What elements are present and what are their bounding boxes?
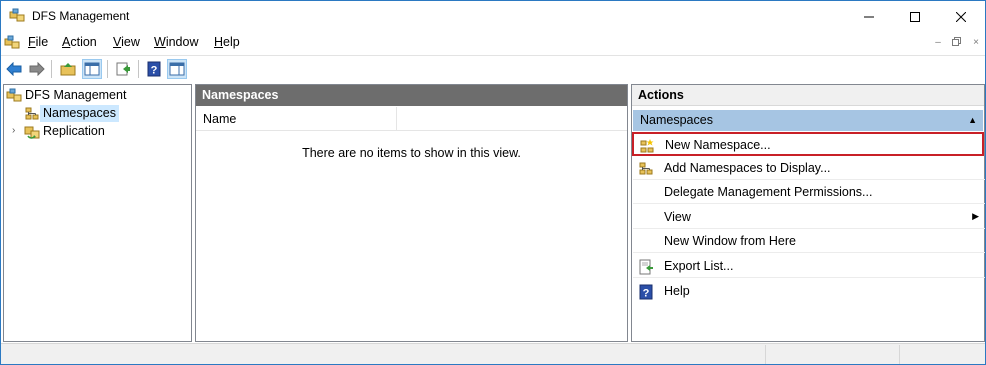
menu-action-label: ction <box>70 35 97 49</box>
menu-window[interactable]: Window <box>154 35 198 49</box>
child-restore-button[interactable] <box>951 37 963 49</box>
title-bar[interactable]: DFS Management <box>1 1 985 32</box>
action-label: Delegate Management Permissions... <box>664 185 873 199</box>
menu-window-accel: W <box>154 35 166 49</box>
menu-window-label: indow <box>165 35 199 49</box>
action-export-list[interactable]: Export List... <box>633 255 985 278</box>
action-new-namespace[interactable]: New Namespace... <box>632 132 984 156</box>
svg-text:?: ? <box>151 65 158 77</box>
forward-button[interactable] <box>27 59 47 79</box>
export-list-icon <box>638 259 654 275</box>
back-arrow-icon <box>6 62 22 76</box>
action-label: New Window from Here <box>664 234 796 248</box>
action-label: Help <box>664 284 690 298</box>
action-label: New Namespace... <box>665 138 771 152</box>
list-column-header: Name <box>196 107 627 131</box>
empty-list-message: There are no items to show in this view. <box>302 146 521 160</box>
submenu-arrow-icon: ▶ <box>972 211 979 221</box>
menu-help[interactable]: Help <box>214 35 240 49</box>
new-namespace-icon <box>639 138 655 154</box>
toolbar: ? <box>1 55 985 81</box>
menu-file[interactable]: File <box>28 35 48 49</box>
column-header-name[interactable]: Name <box>196 107 397 131</box>
menu-file-accel: F <box>28 35 36 49</box>
collapse-up-icon[interactable]: ▲ <box>968 110 977 131</box>
add-namespaces-icon <box>638 161 654 177</box>
help-icon: ? <box>147 61 161 77</box>
minimize-button[interactable] <box>846 1 892 32</box>
action-view[interactable]: View ▶ <box>633 206 985 229</box>
toolbar-separator <box>107 60 108 78</box>
tree-item-replication[interactable]: Replication <box>24 123 108 140</box>
actions-pane: Actions Namespaces ▲ New Namespace... Ad… <box>631 84 985 342</box>
tree-item-label: Replication <box>43 124 105 138</box>
menu-view[interactable]: View <box>113 35 140 49</box>
child-minimize-button[interactable]: – <box>932 37 944 49</box>
action-label: Export List... <box>664 259 734 273</box>
window-title: DFS Management <box>32 9 130 23</box>
action-help[interactable]: ? Help <box>633 280 985 303</box>
namespaces-icon <box>24 106 40 122</box>
results-pane-header: Namespaces <box>196 85 627 106</box>
toolbar-separator <box>138 60 139 78</box>
tree-item-namespaces[interactable]: Namespaces <box>24 105 119 122</box>
mmc-document-icon[interactable] <box>4 35 20 51</box>
menu-help-accel: H <box>214 35 224 49</box>
menu-help-label: elp <box>223 35 240 49</box>
maximize-button[interactable] <box>892 1 938 32</box>
back-button[interactable] <box>4 59 24 79</box>
show-hide-action-pane-button[interactable] <box>167 59 187 79</box>
dfs-management-icon <box>6 88 22 104</box>
results-pane: Namespaces Name There are no items to sh… <box>195 84 628 342</box>
replication-icon <box>24 124 40 140</box>
actions-section-namespaces[interactable]: Namespaces ▲ <box>633 110 983 131</box>
export-list-icon <box>116 62 130 76</box>
tree-item-dfs-management[interactable]: DFS Management <box>6 87 129 104</box>
help-icon: ? <box>638 284 654 300</box>
menu-file-label: ile <box>35 35 49 49</box>
dfs-app-icon <box>9 8 25 24</box>
dfs-management-window: DFS Management File Action View Window H… <box>0 0 986 365</box>
status-bar-segment <box>765 345 899 364</box>
action-new-window-from-here[interactable]: New Window from Here <box>633 230 985 253</box>
close-button[interactable] <box>938 1 984 32</box>
show-hide-console-tree-button[interactable] <box>82 59 102 79</box>
menu-bar: File Action View Window Help – × <box>1 32 985 54</box>
console-tree-icon <box>84 62 100 76</box>
toolbar-separator <box>51 60 52 78</box>
menu-view-accel: V <box>113 35 122 49</box>
menu-action[interactable]: Action <box>62 35 97 49</box>
actions-pane-header: Actions <box>632 85 984 106</box>
console-tree-pane: DFS Management Namespaces › Replication <box>3 84 192 342</box>
forward-arrow-icon <box>29 62 45 76</box>
action-delegate-management-permissions[interactable]: Delegate Management Permissions... <box>633 181 985 204</box>
tree-item-label: Namespaces <box>40 105 119 122</box>
action-pane-icon <box>169 62 185 76</box>
status-bar <box>1 343 985 364</box>
actions-section-label: Namespaces <box>640 113 713 127</box>
expand-chevron-icon[interactable]: › <box>12 125 15 136</box>
tree-item-label: DFS Management <box>25 88 127 102</box>
action-label: Add Namespaces to Display... <box>664 161 831 175</box>
status-bar-segment <box>899 345 985 364</box>
action-label: View <box>664 210 691 224</box>
help-button[interactable]: ? <box>144 59 164 79</box>
child-close-button[interactable]: × <box>970 37 982 49</box>
up-one-level-button[interactable] <box>58 59 78 79</box>
svg-text:?: ? <box>643 288 650 300</box>
export-list-button[interactable] <box>113 59 133 79</box>
folder-up-icon <box>60 63 76 76</box>
action-add-namespaces-to-display[interactable]: Add Namespaces to Display... <box>633 157 985 180</box>
menu-view-label: iew <box>121 35 140 49</box>
